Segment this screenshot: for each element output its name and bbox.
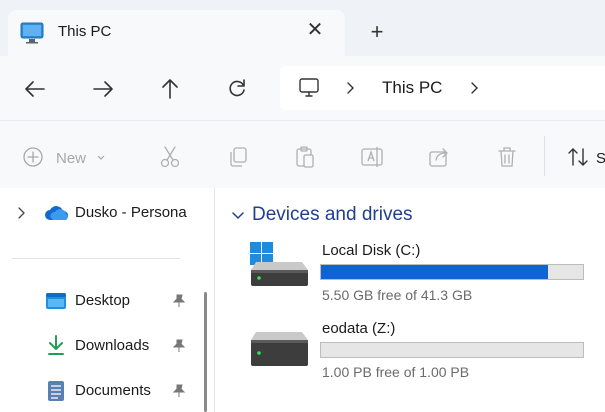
rename-icon[interactable] xyxy=(359,144,385,170)
sidebar-divider xyxy=(12,258,180,259)
drive-c-usage-bar xyxy=(320,264,584,280)
collapse-chevron-icon[interactable] xyxy=(230,208,246,224)
new-tab-button[interactable]: + xyxy=(364,19,390,45)
address-bar[interactable] xyxy=(280,66,605,110)
windows-drive-icon xyxy=(250,242,308,286)
download-icon xyxy=(48,335,64,355)
new-plus-icon xyxy=(23,147,43,167)
sidebar-item-documents[interactable]: Documents xyxy=(75,382,151,399)
documents-icon xyxy=(48,381,64,401)
drive-c-name[interactable]: Local Disk (C:) xyxy=(322,242,420,259)
monitor-icon xyxy=(20,22,44,44)
new-button[interactable]: New xyxy=(56,150,86,167)
command-divider xyxy=(544,136,545,176)
sidebar-item-desktop[interactable]: Desktop xyxy=(75,292,130,309)
share-icon[interactable] xyxy=(426,144,452,170)
sidebar-item-onedrive[interactable]: Dusko - Persona xyxy=(75,204,193,221)
sidebar-scrollbar[interactable] xyxy=(204,292,207,412)
drive-z-name[interactable]: eodata (Z:) xyxy=(322,320,395,337)
drive-c-item[interactable] xyxy=(248,240,314,292)
breadcrumb-chevron-icon[interactable] xyxy=(343,81,357,95)
tab-title: This PC xyxy=(58,23,112,40)
drive-c-free-space: 5.50 GB free of 41.3 GB xyxy=(322,287,473,303)
pin-icon[interactable] xyxy=(172,384,186,398)
breadcrumb-this-pc[interactable]: This PC xyxy=(382,78,442,98)
pc-icon xyxy=(299,78,319,97)
drive-c-usage-fill xyxy=(321,265,549,279)
desktop-folder-icon xyxy=(46,293,66,309)
pin-icon[interactable] xyxy=(172,294,186,308)
copy-icon[interactable] xyxy=(225,144,251,170)
chevron-down-icon xyxy=(97,155,105,160)
forward-arrow-icon[interactable] xyxy=(88,74,118,104)
up-arrow-icon[interactable] xyxy=(155,74,185,104)
pin-icon[interactable] xyxy=(172,339,186,353)
cut-icon[interactable] xyxy=(157,144,183,170)
delete-icon[interactable] xyxy=(494,144,520,170)
section-devices-and-drives[interactable]: Devices and drives xyxy=(252,204,413,226)
drive-z-free-space: 1.00 PB free of 1.00 PB xyxy=(322,364,470,380)
paste-icon[interactable] xyxy=(292,144,318,170)
back-arrow-icon[interactable] xyxy=(20,74,50,104)
expand-chevron-icon[interactable] xyxy=(14,206,28,220)
drive-z-item[interactable] xyxy=(248,322,314,374)
close-tab-button[interactable]: ✕ xyxy=(303,18,327,42)
refresh-icon[interactable] xyxy=(222,74,252,104)
sort-icon[interactable] xyxy=(566,145,590,169)
sort-button-label[interactable]: S xyxy=(596,150,605,167)
breadcrumb-chevron-icon[interactable] xyxy=(467,81,481,95)
onedrive-cloud-icon xyxy=(45,206,69,220)
network-drive-icon xyxy=(251,332,308,366)
sidebar-item-downloads[interactable]: Downloads xyxy=(75,337,149,354)
drive-z-usage-bar xyxy=(320,342,584,358)
